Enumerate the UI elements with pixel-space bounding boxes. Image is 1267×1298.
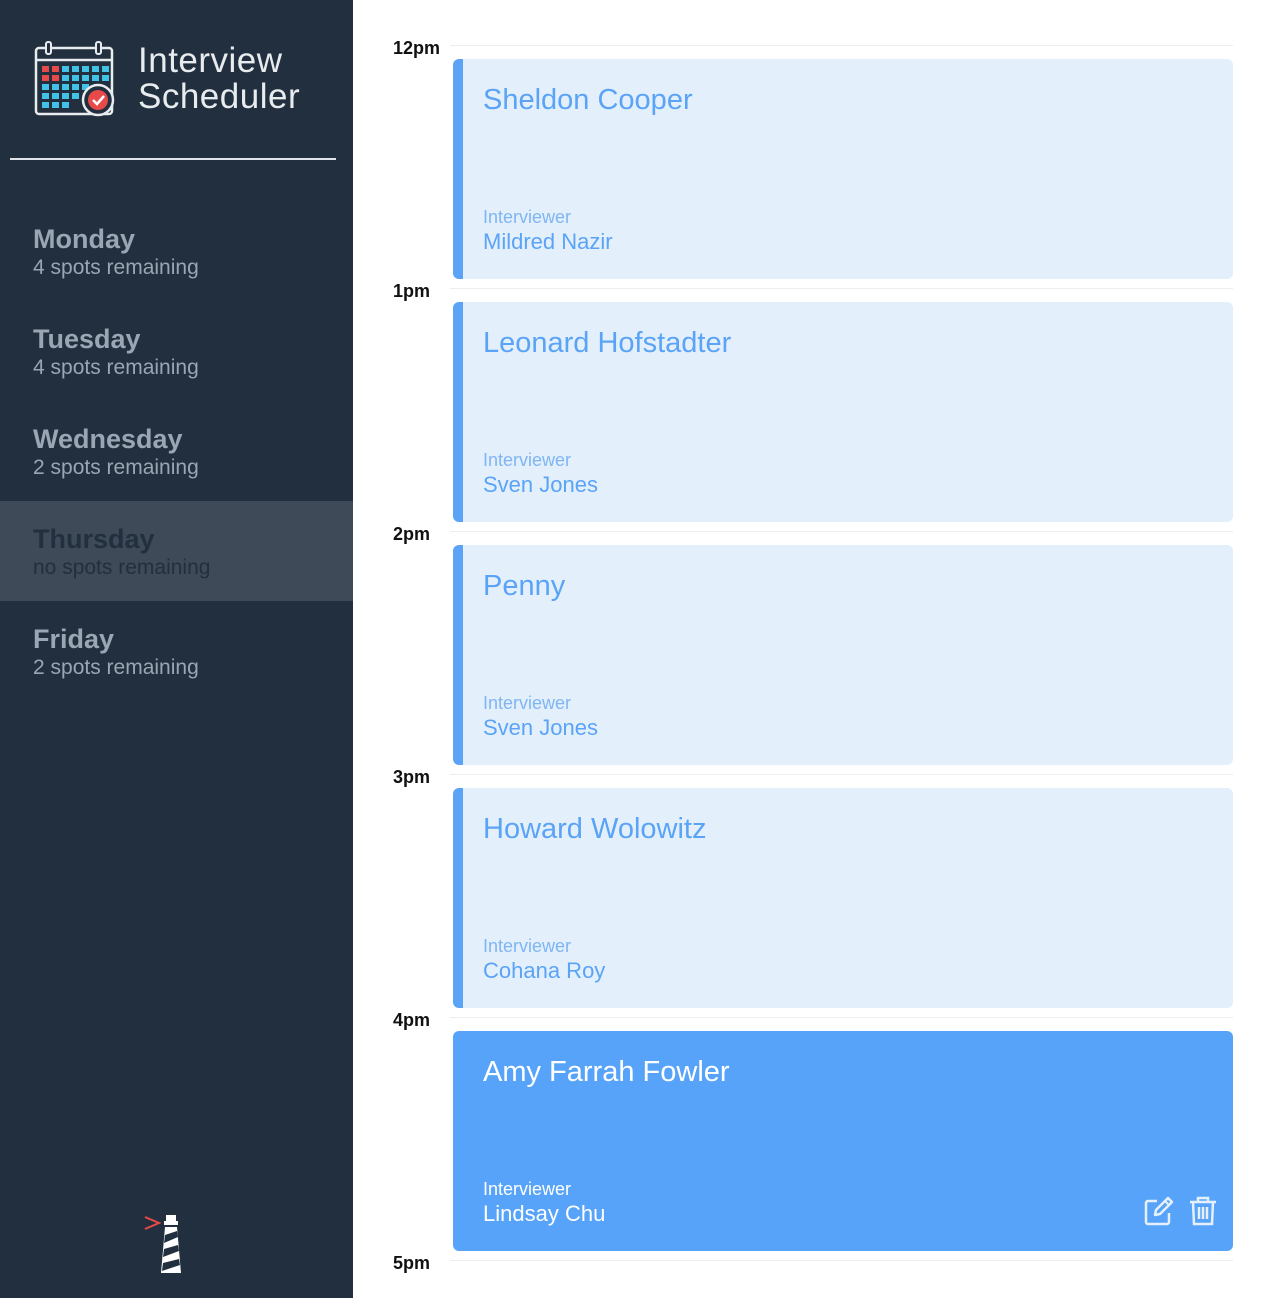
day-spots: 2 spots remaining [33, 656, 199, 679]
appointment-slot-4pm: 4pm Amy Farrah Fowler Interviewer Lindsa… [353, 972, 1267, 1251]
hour-divider [450, 45, 1233, 46]
appointment-slot-2pm: 2pm Penny Interviewer Sven Jones [353, 486, 1267, 765]
interviewer-label: Interviewer [483, 450, 572, 470]
interviewer-label: Interviewer [483, 693, 572, 713]
time-label-end: 5pm [393, 1253, 431, 1273]
hour-divider [450, 1260, 1233, 1261]
interviewer-label: Interviewer [483, 936, 572, 956]
student-name: Sheldon Cooper [483, 84, 693, 116]
day-list: Monday 4 spots remaining Tuesday 4 spots… [0, 201, 353, 701]
day-spots: 2 spots remaining [33, 456, 199, 479]
time-label: 4pm [393, 1010, 431, 1030]
appointment-card-active[interactable]: Amy Farrah Fowler Interviewer Lindsay Ch… [453, 1031, 1233, 1251]
day-name: Monday [33, 224, 136, 254]
day-item-monday[interactable]: Monday 4 spots remaining [0, 201, 353, 301]
day-item-wednesday[interactable]: Wednesday 2 spots remaining [0, 401, 353, 501]
time-label: 2pm [393, 524, 431, 544]
day-spots: 4 spots remaining [33, 256, 199, 279]
calendar-check-icon [34, 41, 115, 117]
trash-icon[interactable] [1187, 1195, 1219, 1227]
day-name: Friday [33, 624, 115, 654]
appointment-slot-1pm: 1pm Leonard Hofstadter Interviewer Sven … [353, 243, 1267, 522]
appointment-actions [1143, 1195, 1219, 1227]
interviewer-name: Lindsay Chu [483, 1201, 606, 1226]
day-spots: 4 spots remaining [33, 356, 199, 379]
lighthouse-icon [144, 1215, 181, 1273]
time-label: 12pm [393, 38, 441, 58]
appointment-slot-3pm: 3pm Howard Wolowitz Interviewer Cohana R… [353, 729, 1267, 1008]
app-title-line1: Interview [138, 41, 283, 80]
day-item-thursday[interactable]: Thursday no spots remaining [0, 501, 353, 601]
day-name: Wednesday [33, 424, 183, 454]
day-spots: no spots remaining [33, 556, 211, 579]
student-name: Leonard Hofstadter [483, 327, 732, 359]
day-item-friday[interactable]: Friday 2 spots remaining [0, 601, 353, 701]
app-title-line2: Scheduler [138, 77, 301, 116]
day-name: Thursday [33, 524, 155, 554]
hour-divider [450, 1017, 1233, 1018]
time-label: 3pm [393, 767, 431, 787]
day-item-tuesday[interactable]: Tuesday 4 spots remaining [0, 301, 353, 401]
interviewer-label: Interviewer [483, 207, 572, 227]
hour-divider [450, 774, 1233, 775]
edit-icon[interactable] [1143, 1195, 1175, 1227]
sidebar: Interview Scheduler Monday 4 spots remai… [0, 0, 353, 1298]
interviewer-label: Interviewer [483, 1179, 572, 1199]
hour-divider [450, 531, 1233, 532]
sidebar-divider [10, 158, 336, 160]
hour-divider [450, 288, 1233, 289]
schedule: 12pm Sheldon Cooper Interviewer Mildred … [353, 0, 1267, 1298]
student-name: Howard Wolowitz [483, 813, 707, 845]
student-name: Penny [483, 570, 566, 602]
day-name: Tuesday [33, 324, 141, 354]
appointment-slot-12pm: 12pm Sheldon Cooper Interviewer Mildred … [353, 0, 1267, 279]
time-label: 1pm [393, 281, 431, 301]
app-title: Interview Scheduler [138, 43, 300, 115]
student-name: Amy Farrah Fowler [483, 1056, 730, 1088]
